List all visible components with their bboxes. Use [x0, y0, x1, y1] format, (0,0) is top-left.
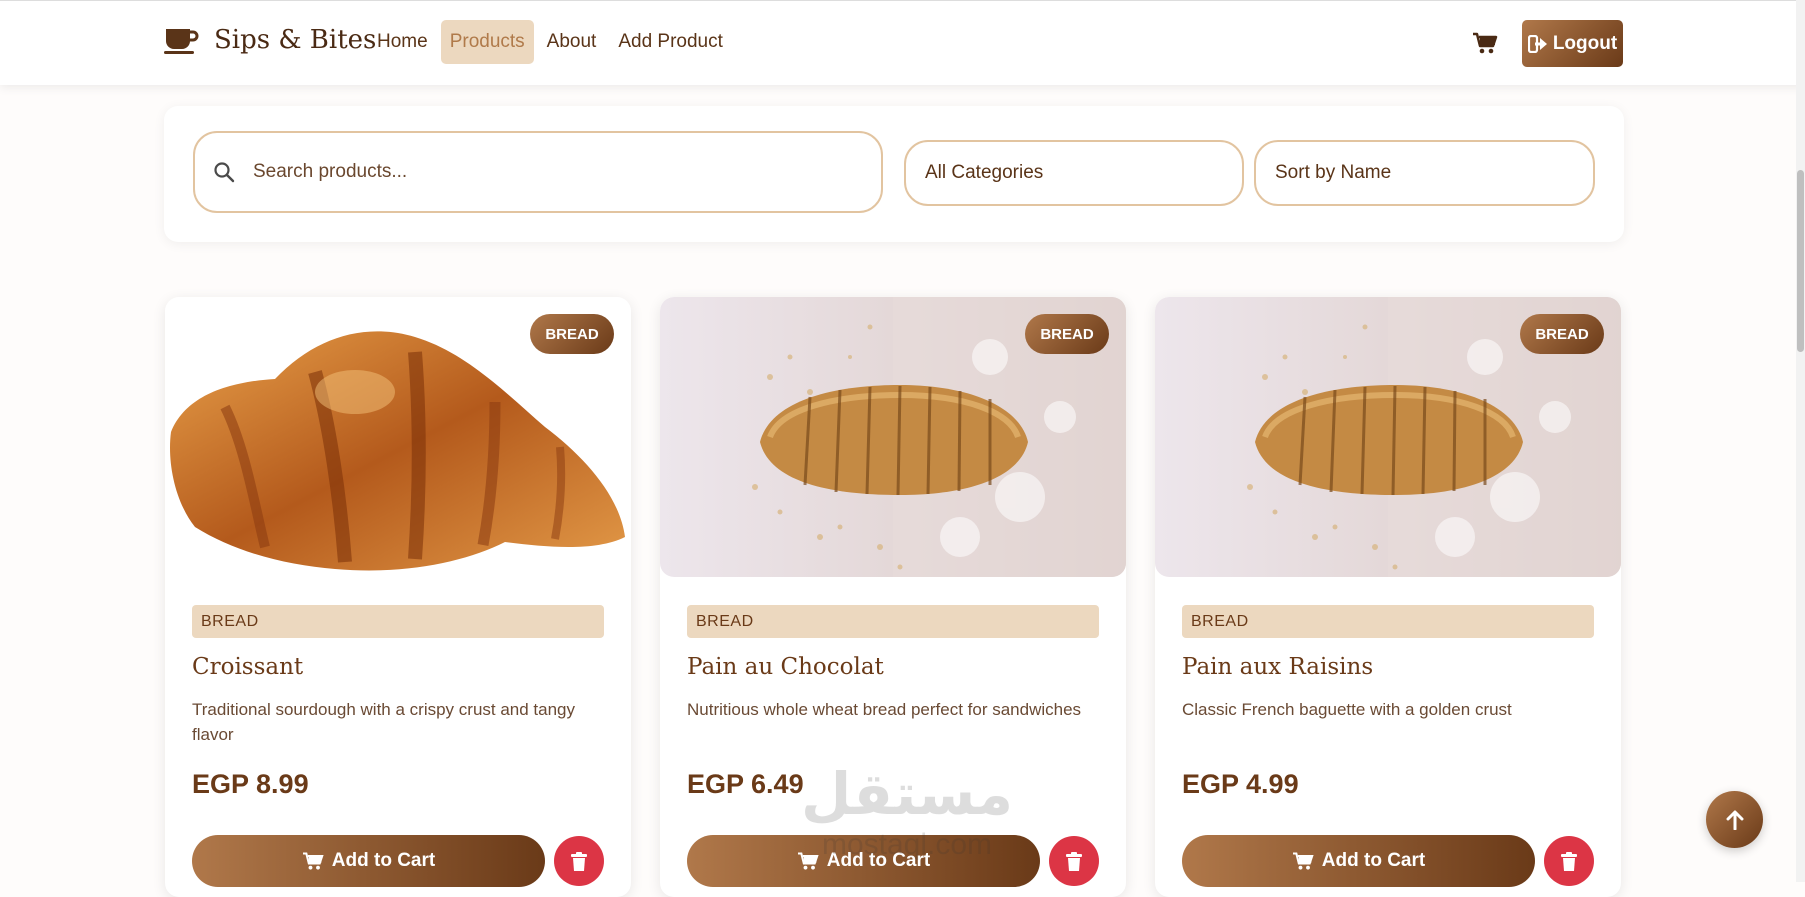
logout-button[interactable]: Logout	[1522, 20, 1623, 67]
category-label: BREAD	[1182, 605, 1594, 638]
navbar: Sips & Bites Home Products About Add Pro…	[0, 0, 1805, 85]
product-image: BREAD	[660, 297, 1126, 577]
cart-icon	[1292, 852, 1314, 870]
category-badge: BREAD	[530, 314, 614, 354]
product-name: Pain au Chocolat	[687, 654, 884, 680]
logout-icon	[1527, 34, 1547, 53]
product-price: EGP 6.49	[687, 769, 804, 799]
product-card-pain-au-chocolat: BREAD BREAD Pain au Chocolat Nutritious …	[660, 297, 1126, 897]
cart-icon[interactable]	[1472, 31, 1498, 55]
search-icon	[214, 162, 235, 183]
product-image: BREAD	[1155, 297, 1621, 577]
nav-home[interactable]: Home	[368, 20, 437, 64]
cart-icon	[302, 852, 324, 870]
category-badge: BREAD	[1520, 314, 1604, 354]
search-box[interactable]	[193, 131, 883, 213]
category-label: BREAD	[687, 605, 1099, 638]
category-select[interactable]: All Categories	[904, 140, 1244, 206]
scroll-to-top-button[interactable]	[1706, 791, 1763, 848]
product-card-croissant: BREAD BREAD Croissant Traditional sourdo…	[165, 297, 631, 897]
trash-icon	[1066, 851, 1082, 871]
add-to-cart-button[interactable]: Add to Cart	[192, 835, 545, 887]
product-price: EGP 4.99	[1182, 769, 1299, 799]
product-name: Croissant	[192, 654, 304, 680]
nav-add-product[interactable]: Add Product	[609, 20, 732, 64]
nav-about[interactable]: About	[538, 20, 606, 64]
category-badge: BREAD	[1025, 314, 1109, 354]
add-to-cart-label: Add to Cart	[1321, 850, 1426, 871]
delete-button[interactable]	[1544, 836, 1594, 886]
category-label: BREAD	[192, 605, 604, 638]
trash-icon	[1561, 851, 1577, 871]
sort-select[interactable]: Sort by Name	[1254, 140, 1595, 206]
delete-button[interactable]	[1049, 836, 1099, 886]
logout-label: Logout	[1552, 32, 1618, 54]
add-to-cart-button[interactable]: Add to Cart	[1182, 835, 1535, 887]
brand-name: Sips & Bites	[214, 25, 377, 55]
scrollbar-track[interactable]	[1796, 0, 1805, 882]
brand[interactable]: Sips & Bites	[164, 25, 376, 55]
arrow-up-icon	[1726, 810, 1743, 830]
scrollbar-thumb[interactable]	[1797, 170, 1804, 352]
product-name: Pain aux Raisins	[1182, 654, 1374, 680]
product-card-pain-aux-raisins: BREAD BREAD Pain aux Raisins Classic Fre…	[1155, 297, 1621, 897]
product-description: Traditional sourdough with a crispy crus…	[192, 700, 576, 744]
search-input[interactable]	[251, 160, 855, 184]
add-to-cart-button[interactable]: Add to Cart	[687, 835, 1040, 887]
product-price: EGP 8.99	[192, 769, 309, 799]
cart-icon	[797, 852, 819, 870]
trash-icon	[571, 851, 587, 871]
coffee-cup-icon	[164, 29, 199, 54]
nav-links: Home Products About Add Product	[368, 20, 732, 64]
nav-products[interactable]: Products	[440, 20, 534, 64]
add-to-cart-label: Add to Cart	[826, 850, 931, 871]
product-description: Nutritious whole wheat bread perfect for…	[687, 700, 1082, 719]
delete-button[interactable]	[554, 836, 604, 886]
product-image: BREAD	[165, 297, 631, 577]
product-description: Classic French baguette with a golden cr…	[1182, 700, 1512, 719]
add-to-cart-label: Add to Cart	[331, 850, 436, 871]
